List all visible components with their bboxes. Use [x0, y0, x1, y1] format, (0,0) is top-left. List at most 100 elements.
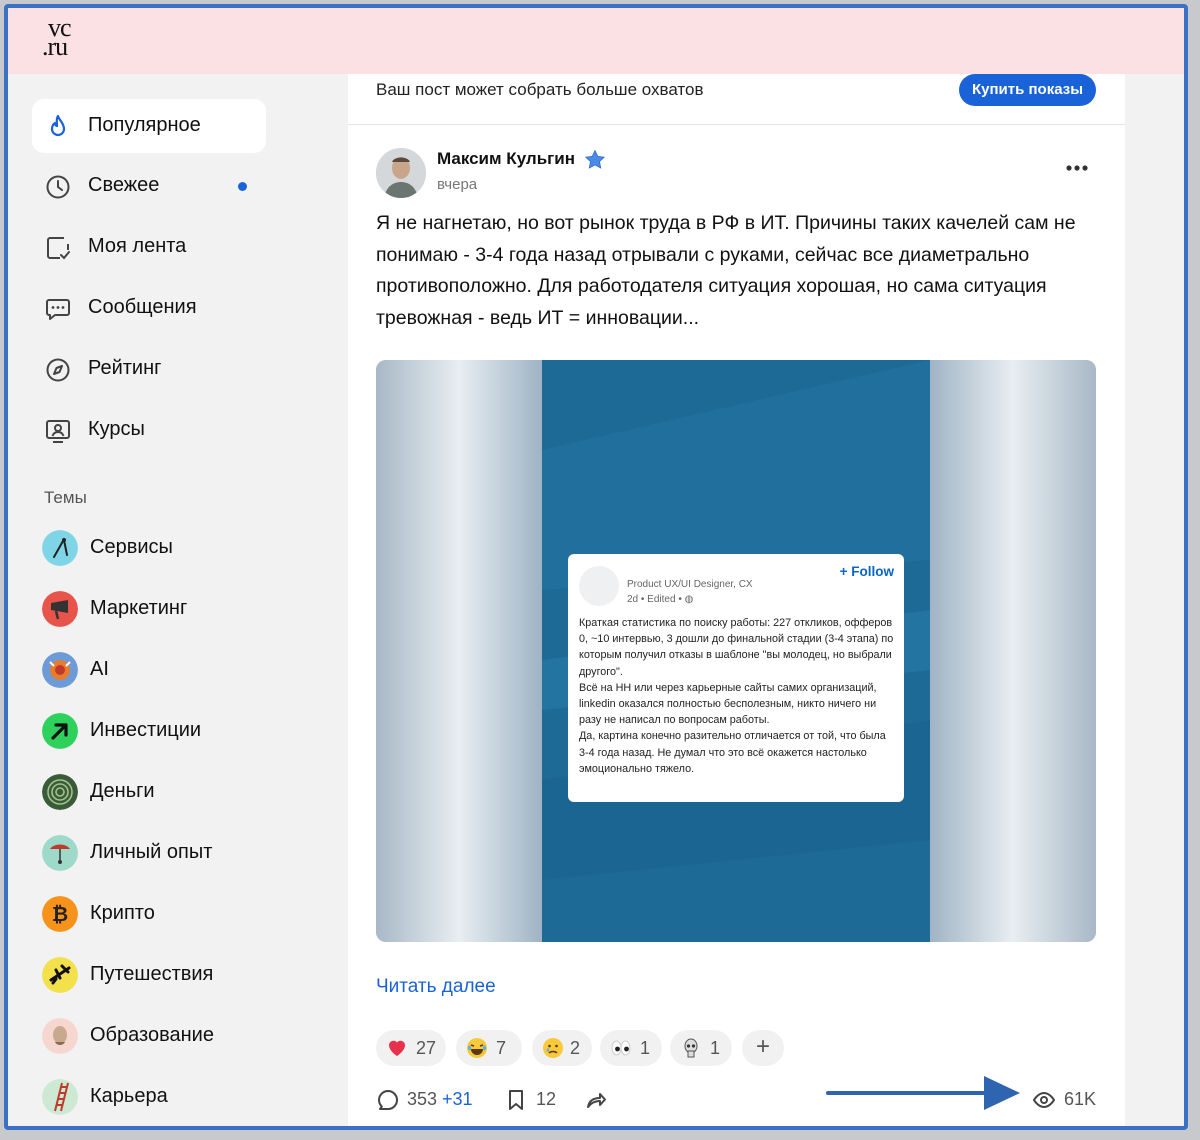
reaction-sad[interactable]: 2 — [532, 1030, 592, 1066]
author-avatar[interactable] — [376, 148, 426, 198]
sidebar-item-label: Сообщения — [88, 296, 197, 318]
sidebar-item-messages[interactable]: Сообщения — [32, 281, 266, 335]
reactions-bar: 27 7 2 1 1 + — [376, 1030, 896, 1066]
embedded-meta: 2d • Edited • ◍ — [627, 594, 694, 605]
share-icon[interactable] — [584, 1088, 608, 1112]
theme-label: Крипто — [90, 902, 155, 924]
post-time: вчера — [437, 176, 478, 193]
sidebar-item-label: Курсы — [88, 418, 145, 440]
theme-label: Личный опыт — [90, 841, 213, 863]
sidebar-item-label: Рейтинг — [88, 357, 162, 379]
new-comments-count[interactable]: +31 — [442, 1089, 473, 1110]
chat-icon — [46, 299, 70, 320]
theme-label: Образование — [90, 1024, 214, 1046]
sidebar-item-label: Популярное — [88, 114, 201, 136]
embedded-avatar — [579, 566, 619, 606]
laughing-emoji-icon — [467, 1038, 487, 1058]
skull-emoji-icon — [684, 1038, 698, 1058]
theme-label: Деньги — [90, 780, 155, 802]
reaction-eyes[interactable]: 1 — [600, 1030, 662, 1066]
theme-label: Карьера — [90, 1085, 168, 1107]
embedded-text: Краткая статистика по поиску работы: 227… — [579, 617, 894, 775]
heart-icon — [389, 1040, 405, 1056]
sidebar-item-fresh[interactable]: Свежее — [32, 159, 266, 213]
investments-icon — [42, 713, 78, 749]
eyes-emoji-icon — [611, 1040, 631, 1056]
promo-text: Ваш пост может собрать больше охватов — [376, 80, 704, 99]
reaction-count: 1 — [640, 1038, 651, 1058]
comments-count[interactable]: 353 — [407, 1089, 437, 1110]
unread-dot — [238, 182, 247, 191]
personal-experience-icon — [42, 835, 78, 871]
read-more-link[interactable]: Читать далее — [376, 976, 496, 998]
theme-item-investments[interactable]: Инвестиции — [42, 713, 302, 753]
reaction-count: 1 — [710, 1038, 721, 1058]
flame-icon — [50, 114, 66, 137]
bookmarks-count: 12 — [536, 1089, 557, 1109]
reaction-count: 27 — [416, 1038, 437, 1058]
promo-bar: Ваш пост может собрать больше охватов Ку… — [348, 74, 1125, 125]
globe-icon: ◍ — [684, 594, 694, 605]
app-window: vc .ru Популярное Свежее Моя лента Сообщ… — [4, 4, 1188, 1130]
theme-item-money[interactable]: Деньги — [42, 774, 302, 814]
theme-item-crypto[interactable]: ₿ Крипто — [42, 896, 302, 936]
reaction-count: 7 — [496, 1038, 507, 1058]
themes-heading: Темы — [44, 488, 87, 507]
annotation-arrow — [826, 1076, 1020, 1110]
follow-button: + Follow — [839, 564, 894, 579]
theme-label: AI — [90, 658, 109, 680]
ai-icon — [42, 652, 78, 688]
sidebar-item-my-feed[interactable]: Моя лента — [32, 220, 266, 274]
more-options-icon[interactable] — [1062, 160, 1092, 176]
compass-icon — [46, 358, 70, 382]
buy-impressions-button[interactable]: Купить показы — [959, 74, 1096, 106]
reaction-skull[interactable]: 1 — [670, 1030, 732, 1066]
header: vc .ru — [8, 8, 1184, 74]
ladder-icon — [42, 1079, 78, 1115]
theme-item-education[interactable]: Образование — [42, 1018, 302, 1058]
plane-icon — [42, 957, 78, 993]
svg-text:₿: ₿ — [52, 904, 68, 926]
author-name[interactable]: Максим Кульгин — [437, 149, 575, 169]
reaction-count: 2 — [570, 1038, 581, 1058]
sidebar: Популярное Свежее Моя лента Сообщения Ре… — [8, 74, 348, 1126]
sidebar-item-courses[interactable]: Курсы — [32, 403, 266, 457]
theme-item-personal-experience[interactable]: Личный опыт — [42, 835, 302, 875]
sad-emoji-icon — [543, 1038, 563, 1058]
comment-icon[interactable] — [376, 1088, 400, 1112]
sidebar-item-popular[interactable]: Популярное — [32, 99, 266, 153]
add-reaction-button[interactable]: + — [742, 1030, 784, 1066]
embedded-role: Product UX/UI Designer, CX — [627, 579, 753, 590]
reaction-heart[interactable]: 27 — [376, 1030, 446, 1066]
bookmark-icon[interactable] — [504, 1088, 528, 1112]
sidebar-item-rating[interactable]: Рейтинг — [32, 342, 266, 396]
vc-ru-logo[interactable]: vc .ru — [42, 15, 90, 64]
theme-item-career[interactable]: Карьера — [42, 1079, 302, 1119]
post-card: Ваш пост может собрать больше охватов Ку… — [348, 74, 1125, 1126]
money-icon — [42, 774, 78, 810]
education-icon — [42, 1018, 78, 1054]
theme-item-travel[interactable]: Путешествия — [42, 957, 302, 997]
theme-item-services[interactable]: Сервисы — [42, 530, 302, 570]
theme-label: Маркетинг — [90, 597, 188, 619]
reaction-laugh[interactable]: 7 — [456, 1030, 522, 1066]
theme-item-ai[interactable]: AI — [42, 652, 302, 692]
post-image[interactable]: + Follow Product UX/UI Designer, CX 2d •… — [376, 360, 1096, 942]
views-count: 61K — [1064, 1089, 1097, 1109]
views-eye-icon — [1032, 1091, 1056, 1109]
feed-check-icon — [47, 237, 70, 260]
embedded-linkedin-post: + Follow Product UX/UI Designer, CX 2d •… — [568, 554, 904, 802]
sidebar-item-label: Свежее — [88, 174, 160, 196]
clock-icon — [46, 175, 70, 199]
services-icon — [42, 530, 78, 566]
verified-star-icon — [584, 149, 606, 169]
marketing-icon — [42, 591, 78, 627]
post-text: Я не нагнетаю, но вот рынок труда в РФ в… — [376, 212, 1076, 329]
sidebar-item-label: Моя лента — [88, 235, 187, 257]
theme-label: Путешествия — [90, 963, 214, 985]
theme-label: Инвестиции — [90, 719, 202, 741]
bitcoin-icon: ₿ — [42, 896, 78, 932]
courses-icon — [46, 420, 70, 443]
theme-item-marketing[interactable]: Маркетинг — [42, 591, 302, 631]
theme-label: Сервисы — [90, 536, 173, 558]
